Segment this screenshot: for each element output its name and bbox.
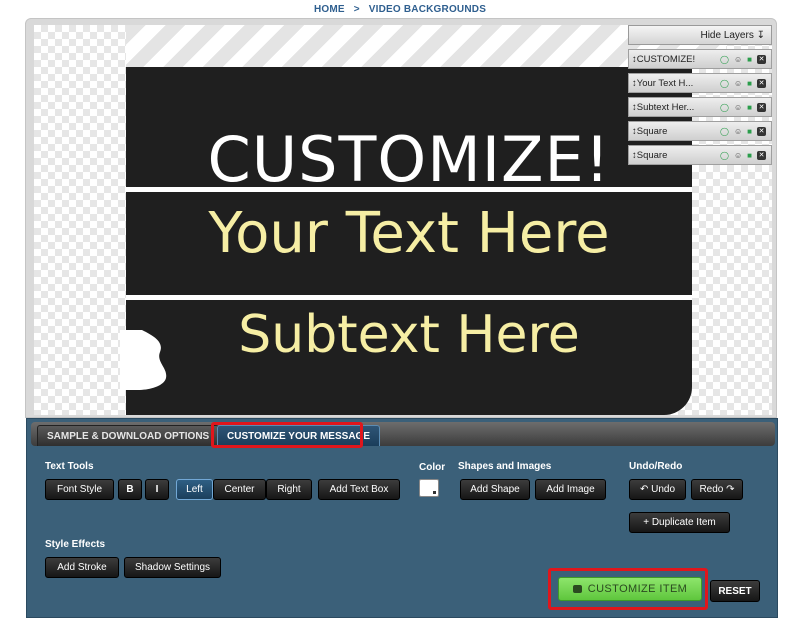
breadcrumb: HOME > VIDEO BACKGROUNDS bbox=[0, 4, 800, 15]
user-icon[interactable]: ☺ bbox=[734, 103, 742, 112]
duplicate-item-button[interactable]: + Duplicate Item bbox=[629, 512, 730, 533]
tab-sample-download[interactable]: SAMPLE & DOWNLOAD OPTIONS bbox=[37, 425, 220, 446]
layer-name: Square bbox=[636, 125, 668, 137]
italic-button[interactable]: I bbox=[145, 479, 169, 500]
align-right-button[interactable]: Right bbox=[266, 479, 312, 500]
user-icon[interactable]: ☺ bbox=[734, 127, 742, 136]
bold-button[interactable]: B bbox=[118, 479, 142, 500]
user-icon[interactable]: ☺ bbox=[734, 151, 742, 160]
subtext-line[interactable]: Subtext Here bbox=[126, 305, 692, 365]
delete-icon[interactable]: ✕ bbox=[757, 54, 766, 64]
breadcrumb-current[interactable]: VIDEO BACKGROUNDS bbox=[369, 4, 486, 15]
camera-icon bbox=[572, 585, 582, 593]
lock-icon[interactable]: ■ bbox=[747, 103, 752, 112]
delete-icon[interactable]: ✕ bbox=[757, 150, 766, 160]
text-tools-label: Text Tools bbox=[45, 461, 94, 472]
add-shape-button[interactable]: Add Shape bbox=[460, 479, 530, 500]
divider-line bbox=[126, 295, 692, 300]
layers-panel: Hide Layers ↧ ↕ CUSTOMIZE! ◯ ☺ ■ ✕ ↕ You… bbox=[628, 25, 772, 169]
tab-customize-message[interactable]: CUSTOMIZE YOUR MESSAGE bbox=[217, 425, 380, 446]
layer-name: CUSTOMIZE! bbox=[636, 53, 696, 65]
chalkboard-background[interactable]: CUSTOMIZE! Your Text Here Subtext Here bbox=[126, 67, 692, 415]
color-label: Color bbox=[419, 462, 446, 473]
breadcrumb-separator: > bbox=[353, 4, 360, 15]
customize-item-button[interactable]: CUSTOMIZE ITEM bbox=[558, 577, 702, 601]
align-left-button[interactable]: Left bbox=[176, 479, 213, 500]
layer-name: Square bbox=[636, 149, 668, 161]
align-center-button[interactable]: Center bbox=[213, 479, 266, 500]
layer-name: Subtext Her... bbox=[636, 101, 695, 113]
delete-icon[interactable]: ✕ bbox=[757, 102, 766, 112]
user-icon[interactable]: ☺ bbox=[734, 55, 742, 64]
visibility-bulb-icon[interactable]: ◯ bbox=[720, 151, 729, 160]
layer-item[interactable]: ↕ CUSTOMIZE! ◯ ☺ ■ ✕ bbox=[628, 49, 772, 69]
hide-layers-button[interactable]: Hide Layers ↧ bbox=[628, 25, 772, 45]
hide-layers-label: Hide Layers bbox=[700, 30, 754, 41]
customize-item-label: CUSTOMIZE ITEM bbox=[587, 583, 688, 595]
font-style-button[interactable]: Font Style bbox=[45, 479, 114, 500]
layer-item[interactable]: ↕ Square ◯ ☺ ■ ✕ bbox=[628, 121, 772, 141]
lock-icon[interactable]: ■ bbox=[747, 79, 752, 88]
layer-item[interactable]: ↕ Subtext Her... ◯ ☺ ■ ✕ bbox=[628, 97, 772, 117]
reset-button[interactable]: RESET bbox=[710, 580, 760, 602]
headline-text[interactable]: CUSTOMIZE! bbox=[126, 123, 692, 196]
lock-icon[interactable]: ■ bbox=[747, 127, 752, 136]
torn-edge-decoration bbox=[120, 330, 167, 390]
layer-item[interactable]: ↕ Square ◯ ☺ ■ ✕ bbox=[628, 145, 772, 165]
add-image-button[interactable]: Add Image bbox=[535, 479, 606, 500]
collapse-arrow-icon: ↧ bbox=[756, 30, 765, 41]
shadow-settings-button[interactable]: Shadow Settings bbox=[124, 557, 221, 578]
visibility-bulb-icon[interactable]: ◯ bbox=[720, 55, 729, 64]
lock-icon[interactable]: ■ bbox=[747, 151, 752, 160]
delete-icon[interactable]: ✕ bbox=[757, 78, 766, 88]
your-text-line[interactable]: Your Text Here bbox=[126, 201, 692, 266]
add-stroke-button[interactable]: Add Stroke bbox=[45, 557, 119, 578]
tab-bar: SAMPLE & DOWNLOAD OPTIONS CUSTOMIZE YOUR… bbox=[31, 422, 775, 446]
undo-button[interactable]: ↶ Undo bbox=[629, 479, 686, 500]
color-picker-swatch[interactable] bbox=[419, 479, 439, 497]
undo-redo-label: Undo/Redo bbox=[629, 461, 683, 472]
user-icon[interactable]: ☺ bbox=[734, 79, 742, 88]
layer-name: Your Text H... bbox=[636, 77, 694, 89]
redo-button[interactable]: Redo ↷ bbox=[691, 479, 743, 500]
visibility-bulb-icon[interactable]: ◯ bbox=[720, 103, 729, 112]
add-text-box-button[interactable]: Add Text Box bbox=[318, 479, 400, 500]
visibility-bulb-icon[interactable]: ◯ bbox=[720, 127, 729, 136]
breadcrumb-home-link[interactable]: HOME bbox=[314, 4, 345, 15]
shapes-images-label: Shapes and Images bbox=[458, 461, 552, 472]
layer-item[interactable]: ↕ Your Text H... ◯ ☺ ■ ✕ bbox=[628, 73, 772, 93]
style-effects-label: Style Effects bbox=[45, 539, 106, 550]
lock-icon[interactable]: ■ bbox=[747, 55, 752, 64]
delete-icon[interactable]: ✕ bbox=[757, 126, 766, 136]
visibility-bulb-icon[interactable]: ◯ bbox=[720, 79, 729, 88]
